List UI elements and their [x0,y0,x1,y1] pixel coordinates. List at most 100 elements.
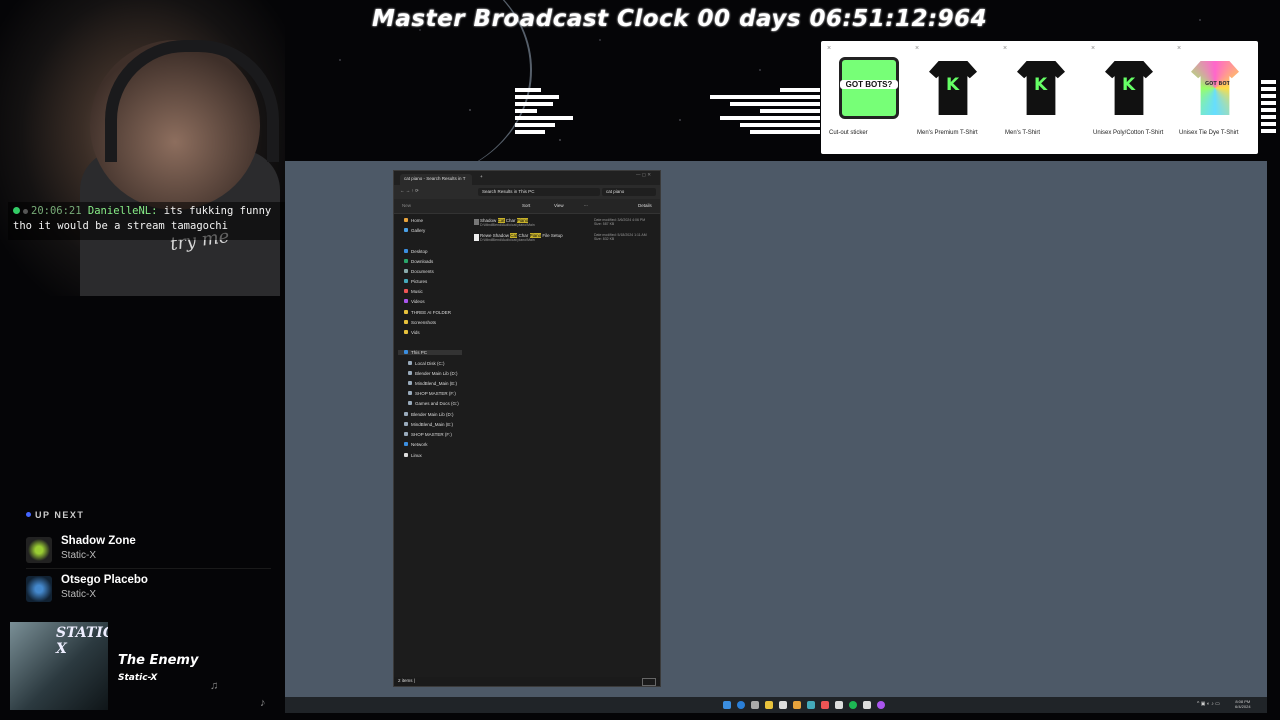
details-button[interactable]: Details [638,203,652,208]
equalizer-left [515,88,573,134]
search-result-row[interactable]: Rewe Shadow Cat Char Piano File Setup D:… [474,233,660,242]
merch-card[interactable]: × K Men's Premium T-Shirt [909,41,994,154]
close-icon[interactable]: × [1177,45,1181,52]
sidebar-item-desktop[interactable]: Desktop [404,249,428,254]
tshirt-logo: K [946,75,960,95]
tshirt-image: K [923,55,983,119]
document-file-icon [474,234,479,241]
item-count: 2 items | [398,678,415,683]
sidebar-item-gallery[interactable]: Gallery [404,228,425,233]
sidebar-item-drive[interactable]: Games and Docs (G:) [408,401,459,406]
search-input[interactable]: cat piano [602,188,656,196]
new-button[interactable]: New [402,203,411,208]
sidebar-item-drive[interactable]: MindBlend_Main (E:) [404,422,453,427]
close-icon[interactable]: × [1003,45,1007,52]
sidebar-item-network[interactable]: Network [404,442,428,447]
app-icon[interactable] [751,701,759,709]
drive-icon [408,391,412,395]
app-icon[interactable] [779,701,787,709]
documents-icon [404,269,408,273]
merch-card[interactable]: × K Unisex Poly/Cotton T-Shirt [1085,41,1170,154]
folder-icon[interactable] [765,701,773,709]
taskbar: ^ ▣ ◐ ♪ ▭ 8:08 PM 6/4/2024 [285,697,1267,713]
sidebar-label: Local Disk (C:) [415,361,445,366]
merch-card[interactable]: × GOT BOTS? Unisex Tie Dye T-Shirt [1171,41,1256,154]
sidebar-label: Games and Docs (G:) [415,401,459,406]
sidebar-item-drive[interactable]: Blender Main Lib (D:) [408,371,458,376]
sidebar-label: Blender Main Lib (D:) [415,371,458,376]
sidebar-item-folder[interactable]: Vids [404,330,420,335]
file-explorer-window: cat piano - Search Results in T + — ▢ ✕ … [393,170,661,687]
view-toggle-icon[interactable] [642,678,656,686]
chat-time: 20:06:21 [31,205,82,217]
song-artist: Static-X [61,589,97,600]
tshirt-image: K [1011,55,1071,119]
up-next-item: Shadow Zone Static-X [26,535,276,571]
sidebar-item-drive[interactable]: MindBlend_Main (E:) [408,381,457,386]
window-controls-icon[interactable]: — ▢ ✕ [636,172,651,178]
sticker-text: GOT BOTS? [840,80,898,89]
app-icon[interactable] [877,701,885,709]
sidebar-item-folder[interactable]: THREE AI FOLDER [404,310,451,315]
app-icon[interactable] [807,701,815,709]
sidebar-label: Music [411,289,423,294]
merch-card[interactable]: × K Men's T-Shirt [997,41,1082,154]
address-field[interactable]: Search Results in This PC [478,188,600,196]
drive-icon [404,412,408,416]
sidebar-item-pictures[interactable]: Pictures [404,279,427,284]
close-icon[interactable]: × [915,45,919,52]
spotify-icon[interactable] [849,701,857,709]
sidebar-item-linux[interactable]: Linux [404,453,422,458]
sidebar-item-drive[interactable]: Blender Main Lib (D:) [404,412,454,417]
nav-arrows-icon[interactable]: ← → ↑ ⟳ [400,188,419,194]
results-pane: Shadow Cat Char Piano D:\MindBlend\Audio… [464,214,660,677]
clock[interactable]: 8:08 PM 6/4/2024 [1235,699,1251,709]
album-logo-text: STATIC-X [56,625,108,657]
drive-icon [404,422,408,426]
sidebar-label: Home [411,218,424,223]
new-tab-icon[interactable]: + [480,174,483,179]
sidebar-item-home[interactable]: Home [404,218,423,223]
drive-icon [408,401,412,405]
more-button[interactable]: ... [584,202,588,207]
sidebar-item-folder[interactable]: Screenshots [404,320,436,325]
sidebar-item-drive[interactable]: SHOP MASTER (F:) [408,391,456,396]
sidebar-item-videos[interactable]: Videos [404,299,425,304]
sidebar-item-music[interactable]: Music [404,289,423,294]
now-playing-artist: Static-X [118,673,158,683]
sidebar-item-drive[interactable]: SHOP MASTER (F:) [404,432,452,437]
sidebar-item-drive[interactable]: Local Disk (C:) [408,361,445,366]
broadcast-clock: Master Broadcast Clock 00 days 06:51:12:… [372,6,988,32]
start-icon[interactable] [723,701,731,709]
edge-icon[interactable] [737,701,745,709]
tshirt-image: GOT BOTS? [1185,55,1245,119]
app-icon[interactable] [835,701,843,709]
sidebar-label: Documents [411,269,434,274]
sidebar-label: MindBlend_Main (E:) [415,381,458,386]
pictures-icon [404,279,408,283]
merch-card[interactable]: × GOT BOTS? Cut-out sticker [821,41,906,154]
sidebar-item-documents[interactable]: Documents [404,269,434,274]
app-icon[interactable] [821,701,829,709]
sidebar-item-downloads[interactable]: Downloads [404,259,433,264]
sidebar-label: Gallery [411,228,426,233]
app-icon[interactable] [863,701,871,709]
explorer-tab[interactable]: cat piano - Search Results in T [400,174,472,185]
status-dot-icon [13,207,20,214]
chat-text-2: tho it would be a stream tamagochi [13,220,228,232]
app-icon[interactable] [793,701,801,709]
sort-button[interactable]: Sort [522,203,530,208]
system-tray-icons[interactable]: ^ ▣ ◐ ♪ ▭ [1197,701,1220,707]
close-icon[interactable]: × [827,45,831,52]
drive-icon [408,381,412,385]
merch-label: Cut-out sticker [829,130,868,136]
sidebar-item-this-pc[interactable]: This PC [398,350,462,355]
search-result-row[interactable]: Shadow Cat Char Piano D:\MindBlend\Audio… [474,218,660,227]
folder-icon [404,320,408,324]
close-icon[interactable]: × [1091,45,1095,52]
sidebar-label: Blender Main Lib (D:) [411,412,454,417]
tshirt-logo: K [1122,75,1136,95]
sidebar-label: Pictures [411,279,428,284]
desktop-icon [404,249,408,253]
view-button[interactable]: View [554,203,564,208]
